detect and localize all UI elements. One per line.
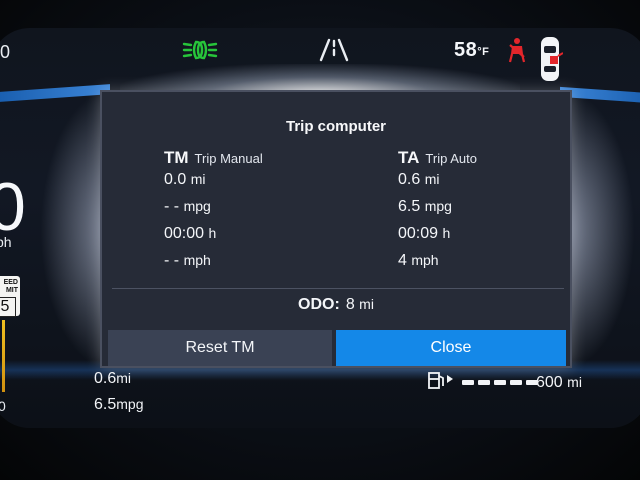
unit: mph xyxy=(411,252,439,268)
trip-distance-unit: mi xyxy=(116,370,132,386)
speed-limit-caption: EED MIT xyxy=(3,279,18,294)
dialog-title: Trip computer xyxy=(285,118,386,135)
left-partial-readout: 0 xyxy=(0,42,11,62)
headlight-icon xyxy=(182,36,218,64)
unit: h xyxy=(442,225,451,241)
range-unit: mi xyxy=(567,374,582,390)
seatbelt-warning-icon xyxy=(506,36,528,64)
trip-distance-value: 0.6 xyxy=(94,370,117,387)
lane-assist-icon xyxy=(318,36,350,64)
value: 00:00 xyxy=(164,225,205,242)
trip-manual-column: TM Trip Manual 0.0 mi - - mpg 00:00 h - … xyxy=(164,148,334,278)
trip-auto-column: TA Trip Auto 0.6 mi 6.5 mpg 00:09 h 4 mp… xyxy=(398,148,568,278)
fuel-level-segment xyxy=(510,380,522,385)
fuel-level-segment xyxy=(478,380,490,385)
odometer-readout: ODO: 8 mi xyxy=(102,296,570,314)
outside-temperature: 58 °F xyxy=(454,36,489,64)
odometer-label: ODO: xyxy=(298,296,340,313)
value: 4 xyxy=(398,252,407,269)
temperature-value: 58 xyxy=(454,38,478,61)
fuel-level-gauge xyxy=(462,380,538,385)
unit: mph xyxy=(183,252,211,268)
trip-auto-abbr: TA xyxy=(398,148,420,167)
speed-limit-value: 5 xyxy=(0,297,16,317)
unit: mpg xyxy=(183,198,211,214)
fuel-level-segment xyxy=(494,380,506,385)
left-bottom-readout: 0 xyxy=(0,398,6,414)
trip-auto-header: TA Trip Auto xyxy=(398,148,568,170)
temperature-unit: °F xyxy=(477,46,490,58)
value: 0.0 xyxy=(164,171,187,188)
value: - - xyxy=(164,252,180,269)
range-readout: 600 mi xyxy=(536,374,582,392)
unit: h xyxy=(208,225,217,241)
trip-manual-speed: - - mph xyxy=(164,252,334,278)
trip-manual-economy: - - mpg xyxy=(164,198,334,224)
trip-manual-distance: 0.0 mi xyxy=(164,171,334,197)
odometer-unit: mi xyxy=(359,296,374,312)
odometer-value: 8 xyxy=(345,296,355,313)
trip-manual-time: 00:00 h xyxy=(164,225,334,251)
fuel-economy-unit: mpg xyxy=(116,396,144,412)
range-value: 600 xyxy=(536,374,563,391)
backlight-glow xyxy=(565,90,635,370)
speed-unit: ph xyxy=(0,234,12,250)
dialog-divider xyxy=(112,288,564,289)
fuel-economy-value: 6.5 xyxy=(94,396,117,413)
trip-manual-abbr: TM xyxy=(164,148,189,167)
value: - - xyxy=(164,198,180,215)
trip-auto-speed: 4 mph xyxy=(398,252,568,278)
unit: mi xyxy=(190,171,206,187)
trip-auto-economy: 6.5 mpg xyxy=(398,198,568,224)
fuel-pump-icon xyxy=(427,370,455,390)
unit: mi xyxy=(424,171,440,187)
trip-auto-distance: 0.6 mi xyxy=(398,171,568,197)
value: 6.5 xyxy=(398,198,421,215)
close-button[interactable]: Close xyxy=(336,330,566,366)
gauge-indicator-bar xyxy=(2,320,5,392)
trip-auto-time: 00:09 h xyxy=(398,225,568,251)
trip-manual-header: TM Trip Manual xyxy=(164,148,334,170)
unit: mpg xyxy=(424,198,452,214)
trip-auto-caption: Trip Auto xyxy=(425,151,477,166)
value: 00:09 xyxy=(398,225,439,242)
reset-tm-button[interactable]: Reset TM xyxy=(108,330,332,366)
trip-computer-dialog: Trip computer TM Trip Manual 0.0 mi - - … xyxy=(100,90,572,368)
speed-limit-sign: EED MIT 5 xyxy=(0,276,20,317)
fuel-level-segment xyxy=(462,380,474,385)
value: 0.6 xyxy=(398,171,421,188)
trip-distance-readout: 0.6mi xyxy=(94,370,131,388)
car-door-icon xyxy=(537,34,563,84)
trip-manual-caption: Trip Manual xyxy=(194,151,263,166)
fuel-economy-readout: 6.5mpg xyxy=(94,396,143,414)
